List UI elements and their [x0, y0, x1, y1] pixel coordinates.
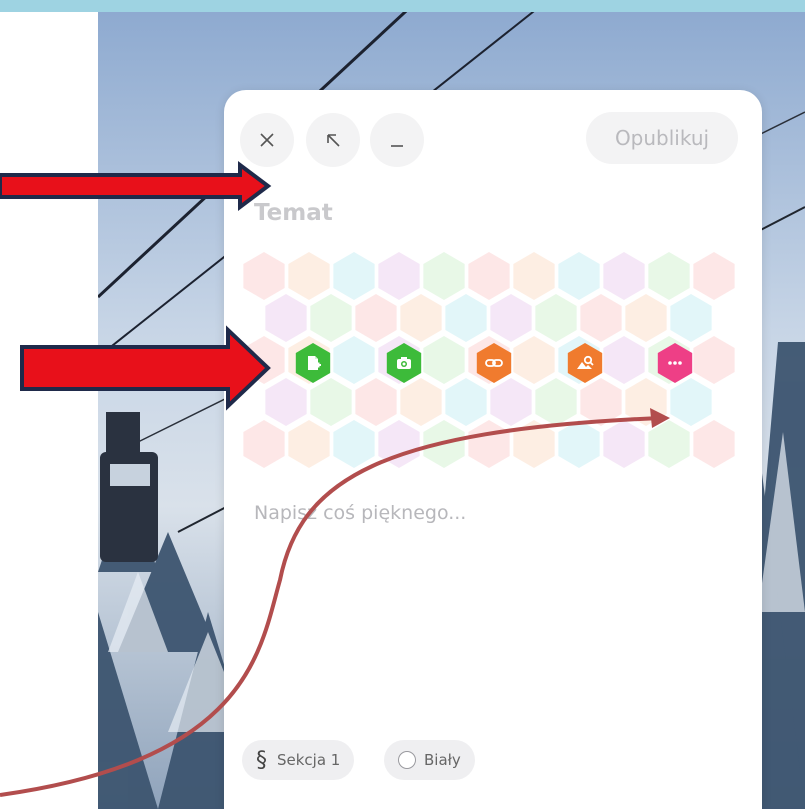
decorative-hex	[243, 252, 285, 300]
top-bar	[0, 0, 805, 12]
decorative-hex	[288, 420, 330, 468]
post-editor-panel: Opublikuj Temat Napisz coś pięknego... §…	[224, 90, 762, 809]
decorative-hex	[468, 420, 510, 468]
decorative-hex	[693, 252, 735, 300]
close-icon	[260, 133, 274, 147]
minimize-icon	[391, 145, 403, 147]
decorative-hex	[625, 378, 667, 426]
radio-icon	[398, 751, 416, 769]
decorative-hex	[265, 294, 307, 342]
decorative-hex	[603, 252, 645, 300]
decorative-hex	[670, 294, 712, 342]
decorative-hex	[243, 420, 285, 468]
subject-input[interactable]: Temat	[254, 200, 333, 226]
section-icon: §	[256, 747, 267, 773]
decorative-hex	[310, 294, 352, 342]
file-add-icon	[308, 356, 321, 370]
decorative-hex	[423, 420, 465, 468]
decorative-hex	[580, 294, 622, 342]
decorative-hex	[535, 378, 577, 426]
decorative-hex	[693, 420, 735, 468]
more-icon	[668, 361, 682, 365]
decorative-hex	[378, 420, 420, 468]
decorative-hex	[670, 378, 712, 426]
section-label: Sekcja 1	[277, 751, 341, 769]
decorative-hex	[423, 252, 465, 300]
decorative-hex	[400, 294, 442, 342]
decorative-hex	[625, 294, 667, 342]
image-search-icon	[577, 355, 594, 369]
decorative-hex	[648, 252, 690, 300]
decorative-hex	[513, 420, 555, 468]
decorative-hex	[288, 252, 330, 300]
decorative-hex	[400, 378, 442, 426]
expand-button[interactable]	[306, 113, 360, 167]
background-color-chip[interactable]: Biały	[384, 740, 475, 780]
decorative-hex	[648, 420, 690, 468]
decorative-hex	[243, 336, 285, 384]
decorative-hex	[513, 336, 555, 384]
minimize-button[interactable]	[370, 113, 424, 167]
close-button[interactable]	[240, 113, 294, 167]
section-chip[interactable]: § Sekcja 1	[242, 740, 355, 780]
decorative-hex	[490, 294, 532, 342]
camera-icon	[397, 357, 411, 369]
decorative-hex	[423, 336, 465, 384]
decorative-hex	[468, 252, 510, 300]
decorative-hex	[558, 252, 600, 300]
decorative-hex	[265, 378, 307, 426]
decorative-hex	[558, 420, 600, 468]
decorative-hex	[445, 378, 487, 426]
decorative-hex	[378, 252, 420, 300]
decorative-hex	[535, 294, 577, 342]
decorative-hex	[333, 420, 375, 468]
link-icon	[485, 359, 503, 367]
decorative-hex	[580, 378, 622, 426]
media-action-grid	[240, 252, 750, 472]
decorative-hex	[355, 294, 397, 342]
left-blank-panel	[0, 12, 98, 809]
decorative-hex	[693, 336, 735, 384]
decorative-hex	[355, 378, 397, 426]
decorative-hex	[603, 336, 645, 384]
decorative-hex	[333, 336, 375, 384]
background-color-label: Biały	[424, 751, 461, 769]
publish-button[interactable]: Opublikuj	[586, 112, 738, 164]
decorative-hex	[513, 252, 555, 300]
decorative-hex	[333, 252, 375, 300]
decorative-hex	[490, 378, 532, 426]
decorative-hex	[445, 294, 487, 342]
expand-arrow-icon	[327, 134, 340, 147]
decorative-hex	[310, 378, 352, 426]
body-textarea[interactable]: Napisz coś pięknego...	[254, 502, 466, 524]
decorative-hex	[603, 420, 645, 468]
